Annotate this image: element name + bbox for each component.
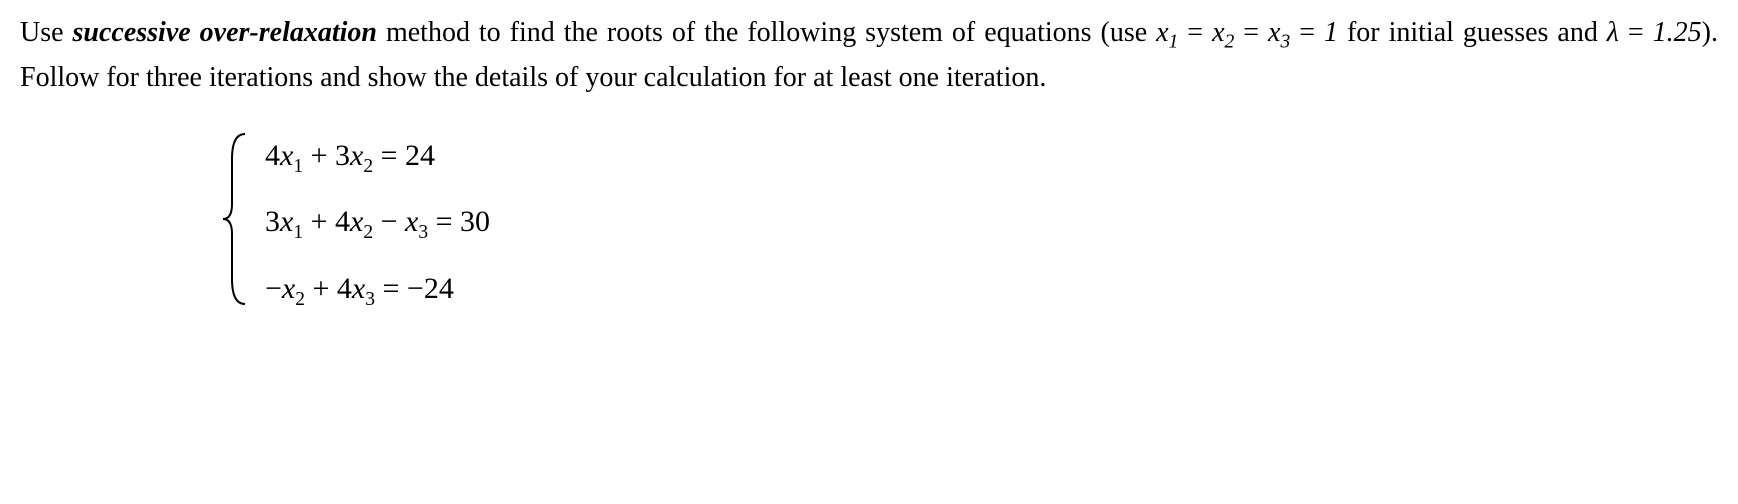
lambda-value: 1.25	[1653, 17, 1702, 48]
var-x3: x	[1268, 17, 1280, 48]
equation-2: 3x1 + 4x2 − x3 = 30	[265, 199, 490, 247]
eq1-sub2: 2	[363, 156, 373, 177]
eq2-coef1: 3	[265, 205, 280, 238]
eq-sign-1: =	[1178, 17, 1212, 48]
eq3-sub1: 2	[295, 289, 305, 310]
initial-value: 1	[1324, 17, 1338, 48]
eq3-coef1: −	[265, 272, 282, 305]
eq2-op2: −	[373, 205, 405, 238]
eq2-var2: x	[350, 205, 363, 238]
eq3-var1: x	[282, 272, 295, 305]
eq-sign-4: =	[1619, 17, 1653, 48]
eq1-var1: x	[280, 139, 293, 172]
text-part-3: for initial guesses and	[1338, 17, 1607, 48]
var-x2: x	[1212, 17, 1224, 48]
eq1-var2: x	[350, 139, 363, 172]
sub-3: 3	[1280, 32, 1290, 53]
problem-statement: Use successive over-relaxation method to…	[20, 12, 1718, 99]
sub-1: 1	[1169, 32, 1179, 53]
eq1-sub1: 1	[293, 156, 303, 177]
sub-2: 2	[1225, 32, 1235, 53]
eq1-rhs: = 24	[373, 139, 435, 172]
lambda-symbol: λ	[1607, 17, 1619, 48]
text-part-1: Use	[20, 17, 73, 48]
eq-sign-2: =	[1234, 17, 1268, 48]
equation-system: 4x1 + 3x2 = 24 3x1 + 4x2 − x3 = 30 −x2 +…	[220, 129, 1718, 318]
eq2-var3: x	[405, 205, 418, 238]
eq2-sub2: 2	[363, 222, 373, 243]
eq2-var1: x	[280, 205, 293, 238]
eq2-op1: + 4	[303, 205, 350, 238]
eq1-coef1: 4	[265, 139, 280, 172]
var-x1: x	[1156, 17, 1168, 48]
eq2-rhs: = 30	[428, 205, 490, 238]
left-brace-icon	[220, 129, 250, 318]
eq-sign-3: =	[1290, 17, 1324, 48]
eq2-sub3: 3	[418, 222, 428, 243]
eq2-sub1: 1	[293, 222, 303, 243]
eq3-sub2: 3	[365, 289, 375, 310]
method-name: successive over-relaxation	[73, 17, 377, 48]
text-part-2: method to find the roots of the followin…	[377, 17, 1156, 48]
equation-3: −x2 + 4x3 = −24	[265, 266, 490, 314]
equation-1: 4x1 + 3x2 = 24	[265, 133, 490, 181]
eq3-rhs: = −24	[375, 272, 454, 305]
equations-list: 4x1 + 3x2 = 24 3x1 + 4x2 − x3 = 30 −x2 +…	[265, 133, 490, 314]
eq3-op1: + 4	[305, 272, 352, 305]
eq3-var2: x	[352, 272, 365, 305]
eq1-op1: + 3	[303, 139, 350, 172]
